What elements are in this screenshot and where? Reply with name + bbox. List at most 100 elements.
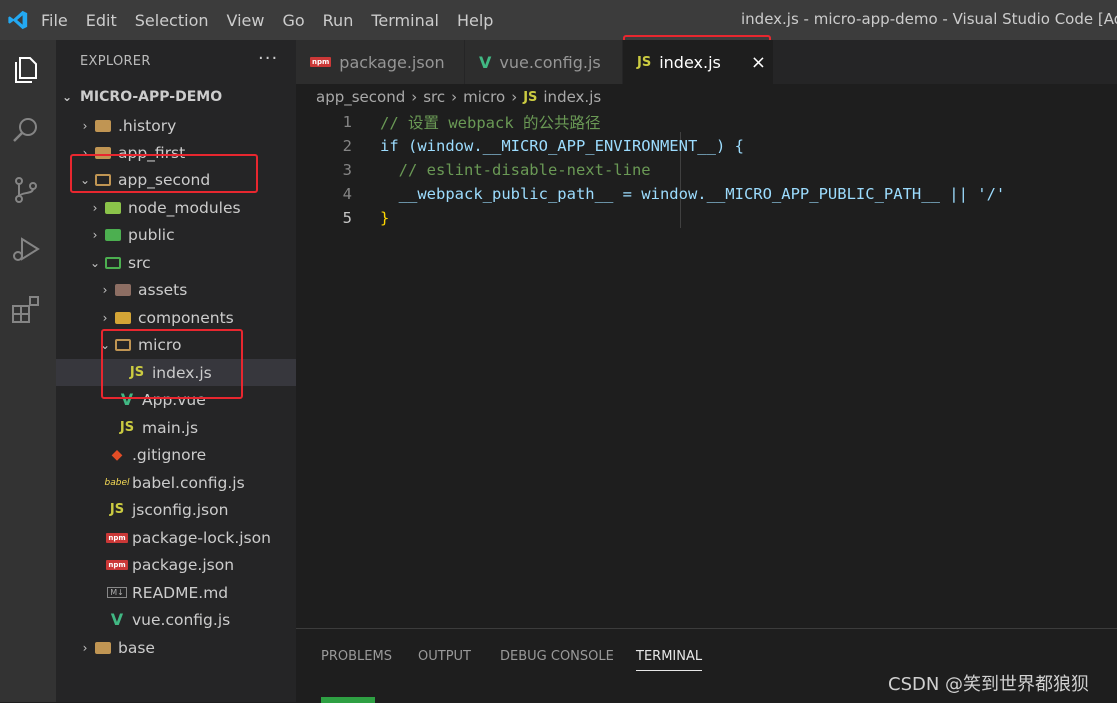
chevron-right-icon: › <box>102 282 108 297</box>
tree-label: components <box>138 308 234 327</box>
code-text: } <box>380 209 390 227</box>
folder-icon <box>92 641 114 654</box>
code-text: if (window.__MICRO_APP_ENVIRONMENT__) { <box>380 137 744 155</box>
tree-label: assets <box>138 280 188 299</box>
code-text: // eslint-disable-next-line <box>380 161 651 179</box>
npm-icon: npm <box>310 57 332 67</box>
editor-tab-bar: npm package.json V vue.config.js JS inde… <box>296 40 1117 84</box>
workspace-root[interactable]: ⌄ MICRO-APP-DEMO <box>56 83 300 110</box>
tree-label: public <box>128 225 175 244</box>
code-line: 3 // eslint-disable-next-line <box>296 158 651 182</box>
menu-help[interactable]: Help <box>457 11 493 30</box>
chevron-right-icon: › <box>92 200 98 215</box>
tree-label: package.json <box>132 555 235 574</box>
annotation-box-micro-index <box>101 329 243 399</box>
components-folder-icon <box>112 311 134 324</box>
menu-selection[interactable]: Selection <box>135 11 209 30</box>
search-icon[interactable] <box>10 114 42 146</box>
title-bar: File Edit Selection View Go Run Terminal… <box>0 0 1117 40</box>
tab-vue-config[interactable]: V vue.config.js <box>465 40 623 84</box>
vue-icon: V <box>479 52 492 72</box>
public-folder-icon <box>102 228 124 241</box>
tree-label: node_modules <box>128 198 241 217</box>
chevron-right-icon: › <box>102 310 108 325</box>
npm-icon: npm <box>106 559 128 570</box>
annotation-box-app-second <box>70 154 258 193</box>
tab-package-json[interactable]: npm package.json <box>296 40 465 84</box>
line-number: 5 <box>342 209 352 227</box>
tree-folder-public[interactable]: › public <box>56 221 328 248</box>
chevron-down-icon: ⌄ <box>89 255 101 270</box>
tree-label: package-lock.json <box>132 528 271 547</box>
menu-edit[interactable]: Edit <box>86 11 117 30</box>
code-line: 4 __webpack_public_path__ = window.__MIC… <box>296 182 1006 206</box>
js-file-icon: JS <box>637 54 652 70</box>
panel-tab-terminal[interactable]: TERMINAL <box>636 649 703 671</box>
chevron-right-icon: › <box>82 640 88 655</box>
files-icon[interactable] <box>10 54 42 86</box>
code-text: // 设置 webpack 的公共路径 <box>380 114 601 132</box>
breadcrumb-item[interactable]: micro <box>463 88 505 106</box>
source-control-icon[interactable] <box>10 174 42 206</box>
panel-tab-problems[interactable]: PROBLEMS <box>321 649 392 664</box>
line-number: 1 <box>342 113 352 131</box>
explorer-header: EXPLORER <box>80 54 151 69</box>
tree-label: .history <box>118 116 177 135</box>
menu-go[interactable]: Go <box>282 11 304 30</box>
babel-icon: babel <box>104 477 130 488</box>
extensions-icon[interactable] <box>10 294 42 326</box>
js-file-icon: JS <box>119 420 135 435</box>
chevron-right-icon: › <box>92 227 98 242</box>
menu-run[interactable]: Run <box>323 11 354 30</box>
panel-tab-debug-console[interactable]: DEBUG CONSOLE <box>500 649 614 664</box>
tree-folder-node-modules[interactable]: › node_modules <box>56 194 328 221</box>
tree-label: vue.config.js <box>132 610 231 629</box>
menu-terminal[interactable]: Terminal <box>371 11 439 30</box>
code-text: __webpack_public_path__ = window.__MICRO… <box>380 185 1006 203</box>
chevron-right-icon: › <box>411 88 418 106</box>
watermark: CSDN @笑到世界都狼狈 <box>888 674 1090 695</box>
tree-folder-base[interactable]: › base <box>56 634 318 661</box>
tree-label: jsconfig.json <box>132 500 229 519</box>
chevron-right-icon: › <box>451 88 458 106</box>
tree-label: .gitignore <box>132 445 207 464</box>
chevron-right-icon: › <box>82 118 88 133</box>
tree-folder-history[interactable]: › .history <box>56 112 318 139</box>
assets-folder-icon <box>112 283 134 296</box>
menu-view[interactable]: View <box>227 11 265 30</box>
tree-label: base <box>118 638 155 657</box>
line-number: 4 <box>342 185 352 203</box>
git-icon: ◆ <box>111 446 123 463</box>
code-editor[interactable]: 1 // 设置 webpack 的公共路径 2 if (window.__MIC… <box>296 108 1117 628</box>
chevron-down-icon: ⌄ <box>61 89 73 104</box>
menu-bar: File Edit Selection View Go Run Terminal… <box>41 11 493 30</box>
js-file-icon: JS <box>523 89 538 105</box>
chevron-right-icon: › <box>511 88 518 106</box>
code-line: 1 // 设置 webpack 的公共路径 <box>296 110 601 134</box>
tree-label: main.js <box>142 418 199 437</box>
activity-bar <box>0 40 56 702</box>
workspace-root-label: MICRO-APP-DEMO <box>80 88 223 105</box>
tree-label: babel.config.js <box>132 473 245 492</box>
npm-icon: npm <box>106 532 128 543</box>
tab-index-js[interactable]: JS index.js × <box>623 40 774 84</box>
tree-folder-src[interactable]: ⌄ src <box>56 249 328 276</box>
menu-file[interactable]: File <box>41 11 68 30</box>
line-number: 3 <box>342 161 352 179</box>
breadcrumb-item[interactable]: app_second <box>316 88 405 106</box>
breadcrumb-item[interactable]: index.js <box>543 88 601 106</box>
line-number: 2 <box>342 137 352 155</box>
tree-label: README.md <box>132 583 229 602</box>
tree-label: src <box>128 253 151 272</box>
breadcrumb-item[interactable]: src <box>423 88 445 106</box>
tab-label: index.js <box>659 52 721 72</box>
jsconfig-icon: JS <box>109 502 125 517</box>
panel-tab-output[interactable]: OUTPUT <box>418 649 471 664</box>
run-debug-icon[interactable] <box>10 234 42 266</box>
vscode-logo-icon <box>8 10 28 30</box>
more-actions-button[interactable]: ··· <box>258 48 278 69</box>
close-icon[interactable]: × <box>751 52 766 73</box>
breadcrumb: app_second › src › micro › JS index.js <box>316 88 601 106</box>
tab-label: vue.config.js <box>499 52 601 72</box>
vue-config-icon: V <box>110 610 124 629</box>
